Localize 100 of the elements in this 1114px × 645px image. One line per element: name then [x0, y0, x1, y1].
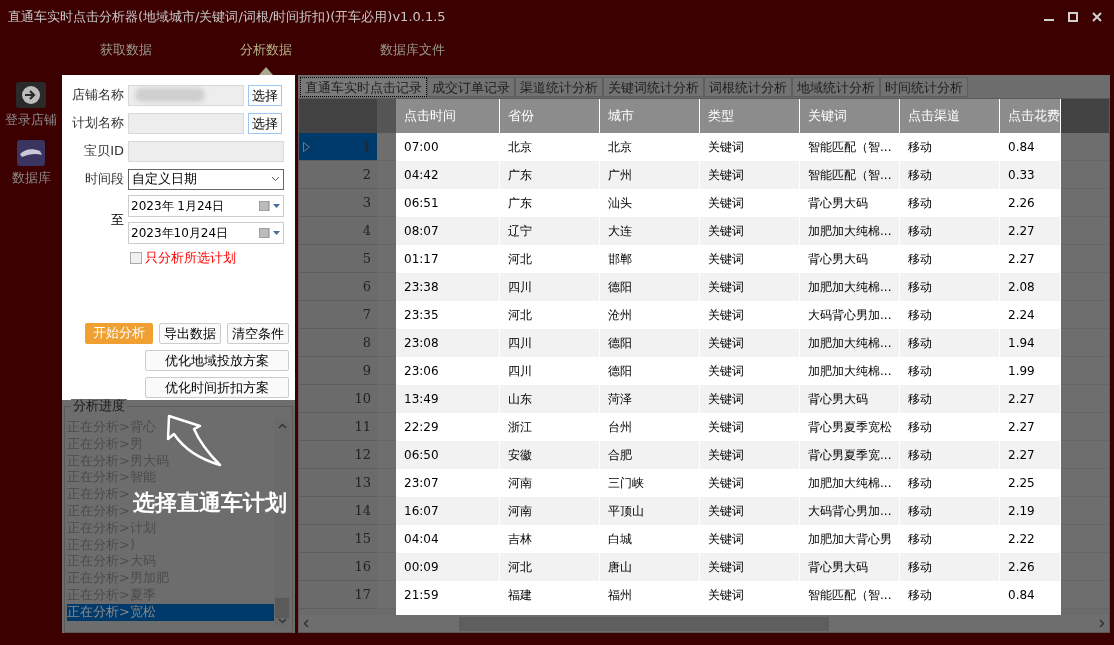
action-button[interactable]: 导出数据 — [159, 322, 221, 344]
table-cell: 菏泽 — [600, 385, 700, 413]
date-picker[interactable]: 2023年 1月24日 — [128, 195, 284, 217]
table-cell: 广东 — [500, 161, 600, 189]
table-cell: 关键词 — [700, 161, 800, 189]
table-cell: 山东 — [500, 385, 600, 413]
start-button[interactable]: 开始分析 — [85, 322, 153, 344]
table-cell: 2.27 — [1000, 441, 1061, 469]
data-tab[interactable]: 时间统计分析 — [880, 77, 968, 97]
column-header[interactable]: 类型 — [700, 99, 800, 133]
table-cell: 2.08 — [1000, 273, 1061, 301]
data-tab[interactable]: 直通车实时点击记录 — [300, 77, 427, 97]
table-cell: 04:04 — [396, 525, 500, 553]
table-cell: 背心男夏季宽... — [800, 441, 900, 469]
table-cell: 浙江 — [500, 413, 600, 441]
shop-name-field[interactable] — [128, 84, 244, 106]
table-cell: 背心男大码 — [800, 189, 900, 217]
table-cell: 2.27 — [1000, 245, 1061, 273]
select-button[interactable]: 选择 — [248, 112, 282, 134]
table-cell: 移动 — [900, 357, 1000, 385]
header-filler — [1061, 99, 1109, 133]
field-label: 计划名称 — [71, 114, 124, 133]
table-cell: 德阳 — [600, 357, 700, 385]
row-number: 5 — [362, 249, 371, 268]
data-tab[interactable]: 词根统计分析 — [704, 77, 792, 97]
plan-button[interactable]: 优化地域投放方案 — [145, 349, 289, 371]
table-cell: 16:07 — [396, 497, 500, 525]
table-cell: 加肥加大纯棉... — [800, 273, 900, 301]
table-cell: 三门峡 — [600, 469, 700, 497]
row-number: 16 — [354, 557, 371, 576]
progress-item[interactable]: 正在分析>宽松 — [67, 603, 274, 621]
row-number: 11 — [354, 417, 371, 436]
table-cell: 大连 — [600, 217, 700, 245]
table-cell: 23:08 — [396, 329, 500, 357]
action-button[interactable]: 清空条件 — [227, 322, 289, 344]
sidebar-item[interactable]: 登录店铺 — [5, 110, 57, 130]
table-cell: 2.19 — [1000, 497, 1061, 525]
table-cell: 2.26 — [1000, 189, 1061, 217]
calendar-icon — [259, 228, 281, 238]
item-id-field[interactable] — [128, 140, 284, 162]
table-cell: 2.27 — [1000, 385, 1061, 413]
table-cell: 辽宁 — [500, 217, 600, 245]
table-cell: 移动 — [900, 273, 1000, 301]
table-cell: 移动 — [900, 497, 1000, 525]
table-cell: 关键词 — [700, 553, 800, 581]
plan-name-field[interactable] — [128, 112, 244, 134]
maximize-icon[interactable] — [1068, 11, 1078, 22]
select-button[interactable]: 选择 — [248, 84, 282, 106]
table-cell: 河北 — [500, 553, 600, 581]
table-cell: 移动 — [900, 245, 1000, 273]
close-icon[interactable] — [1092, 11, 1102, 22]
menu-tab[interactable]: 数据库文件 — [372, 33, 512, 75]
row-number: 8 — [362, 333, 371, 352]
table-cell: 吉林 — [500, 525, 600, 553]
scroll-thumb[interactable] — [459, 616, 829, 631]
table-cell: 四川 — [500, 329, 600, 357]
table-cell: 大码背心男加... — [800, 497, 900, 525]
period-dropdown[interactable]: 自定义日期 — [128, 168, 284, 190]
menu-tab[interactable]: 获取数据 — [92, 33, 232, 75]
table-cell: 河北 — [500, 301, 600, 329]
menu-tab[interactable]: 分析数据 — [232, 33, 372, 75]
table-cell: 邯郸 — [600, 245, 700, 273]
column-header[interactable]: 点击渠道 — [900, 99, 1000, 133]
row-pointer-icon — [303, 141, 310, 152]
table-cell: 23:07 — [396, 469, 500, 497]
table-cell: 关键词 — [700, 525, 800, 553]
scroll-thumb[interactable] — [275, 598, 289, 618]
data-tab[interactable]: 关键词统计分析 — [603, 77, 704, 97]
column-header[interactable]: 点击花费 — [1000, 99, 1061, 133]
table-cell: 移动 — [900, 329, 1000, 357]
checkbox-label: 只分析所选计划 — [145, 249, 236, 267]
table-cell: 移动 — [900, 217, 1000, 245]
column-header[interactable]: 城市 — [600, 99, 700, 133]
column-header[interactable]: 点击时间 — [396, 99, 500, 133]
chevron-up-icon[interactable] — [277, 423, 287, 429]
table-cell: 关键词 — [700, 245, 800, 273]
plan-button[interactable]: 优化时间折扣方案 — [145, 376, 289, 398]
table-cell: 00:09 — [396, 553, 500, 581]
table-cell: 移动 — [900, 581, 1000, 609]
checkbox[interactable] — [130, 251, 142, 264]
table-cell: 移动 — [900, 133, 1000, 161]
data-tab[interactable]: 渠道统计分析 — [515, 77, 603, 97]
chevron-right-icon[interactable] — [1099, 619, 1105, 628]
table-cell: 沧州 — [600, 301, 700, 329]
data-tab[interactable]: 地域统计分析 — [792, 77, 880, 97]
table-cell: 福州 — [600, 581, 700, 609]
column-header[interactable]: 省份 — [500, 99, 600, 133]
chevron-left-icon[interactable] — [303, 619, 309, 628]
table-cell: 07:00 — [396, 133, 500, 161]
table-cell: 关键词 — [700, 413, 800, 441]
field-label: 店铺名称 — [71, 86, 124, 105]
data-tab[interactable]: 成交订单记录 — [427, 77, 515, 97]
table-cell: 加肥加大纯棉... — [800, 357, 900, 385]
chevron-down-icon[interactable] — [277, 618, 287, 624]
sidebar-item[interactable]: 数据库 — [11, 167, 51, 187]
date-picker[interactable]: 2023年10月24日 — [128, 222, 284, 244]
table-cell: 加肥加大纯棉... — [800, 469, 900, 497]
column-header[interactable]: 关键词 — [800, 99, 900, 133]
table-cell: 关键词 — [700, 497, 800, 525]
row-number: 9 — [362, 361, 371, 380]
